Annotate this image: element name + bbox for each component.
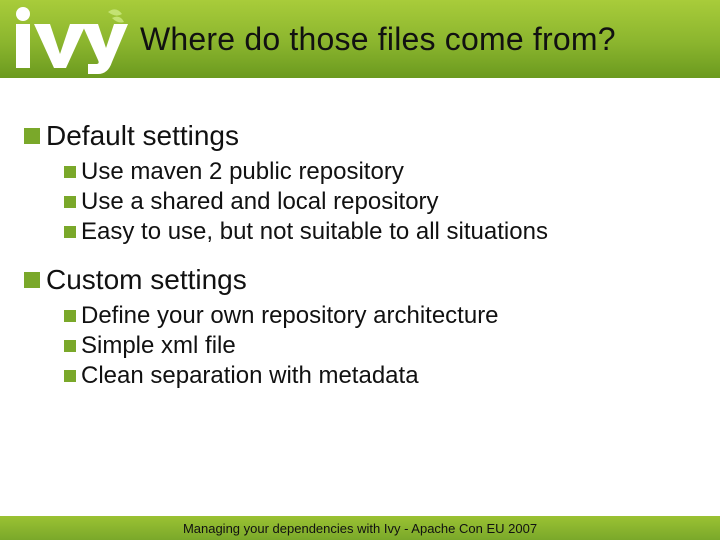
- bullet-icon: [64, 166, 76, 178]
- list-item: Easy to use, but not suitable to all sit…: [64, 218, 696, 246]
- slide-title: Where do those files come from?: [140, 21, 616, 58]
- list-item: Use maven 2 public repository: [64, 158, 696, 186]
- footer-text: Managing your dependencies with Ivy - Ap…: [183, 521, 537, 536]
- section-heading: Custom settings: [24, 264, 696, 296]
- list-item-text: Use a shared and local repository: [81, 188, 439, 216]
- list-item: Clean separation with metadata: [64, 362, 696, 390]
- sub-list: Use maven 2 public repository Use a shar…: [64, 158, 696, 246]
- bullet-icon: [64, 340, 76, 352]
- list-item-text: Clean separation with metadata: [81, 362, 419, 390]
- slide-footer: Managing your dependencies with Ivy - Ap…: [0, 516, 720, 540]
- slide-content: Default settings Use maven 2 public repo…: [0, 78, 720, 390]
- list-item-text: Easy to use, but not suitable to all sit…: [81, 218, 548, 246]
- list-item: Simple xml file: [64, 332, 696, 360]
- section-heading-text: Custom settings: [46, 264, 247, 296]
- list-item-text: Use maven 2 public repository: [81, 158, 404, 186]
- sub-list: Define your own repository architecture …: [64, 302, 696, 390]
- list-item: Define your own repository architecture: [64, 302, 696, 330]
- list-item-text: Define your own repository architecture: [81, 302, 499, 330]
- list-item-text: Simple xml file: [81, 332, 236, 360]
- section-heading: Default settings: [24, 120, 696, 152]
- bullet-icon: [64, 226, 76, 238]
- slide-header: Where do those files come from?: [0, 0, 720, 78]
- section-heading-text: Default settings: [46, 120, 239, 152]
- list-item: Use a shared and local repository: [64, 188, 696, 216]
- bullet-icon: [64, 310, 76, 322]
- ivy-logo: [0, 0, 130, 78]
- bullet-icon: [64, 196, 76, 208]
- bullet-icon: [24, 128, 40, 144]
- bullet-icon: [64, 370, 76, 382]
- bullet-icon: [24, 272, 40, 288]
